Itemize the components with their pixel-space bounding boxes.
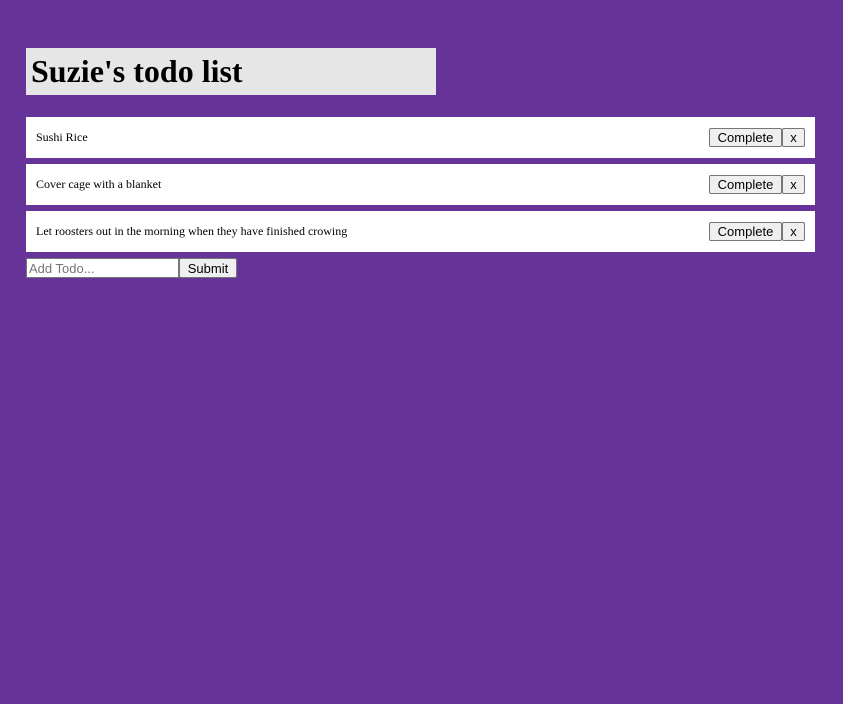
complete-button[interactable]: Complete	[709, 128, 782, 147]
todo-actions: Complete x	[709, 222, 805, 241]
add-todo-input[interactable]	[26, 258, 179, 278]
todo-item: Let roosters out in the morning when the…	[26, 211, 815, 252]
page-title: Suzie's todo list	[31, 53, 243, 89]
todo-text: Sushi Rice	[36, 130, 88, 144]
title-box: Suzie's todo list	[26, 48, 436, 95]
delete-button[interactable]: x	[782, 128, 805, 147]
delete-button[interactable]: x	[782, 222, 805, 241]
add-todo-form: Submit	[26, 258, 237, 278]
delete-button[interactable]: x	[782, 175, 805, 194]
todo-item: Cover cage with a blanket Complete x	[26, 164, 815, 205]
todo-actions: Complete x	[709, 175, 805, 194]
todo-text: Cover cage with a blanket	[36, 177, 162, 191]
todo-item: Sushi Rice Complete x	[26, 117, 815, 158]
complete-button[interactable]: Complete	[709, 175, 782, 194]
todo-text: Let roosters out in the morning when the…	[36, 224, 348, 238]
todo-list: Sushi Rice Complete x Cover cage with a …	[26, 117, 815, 258]
submit-button[interactable]: Submit	[179, 258, 237, 278]
complete-button[interactable]: Complete	[709, 222, 782, 241]
todo-actions: Complete x	[709, 128, 805, 147]
